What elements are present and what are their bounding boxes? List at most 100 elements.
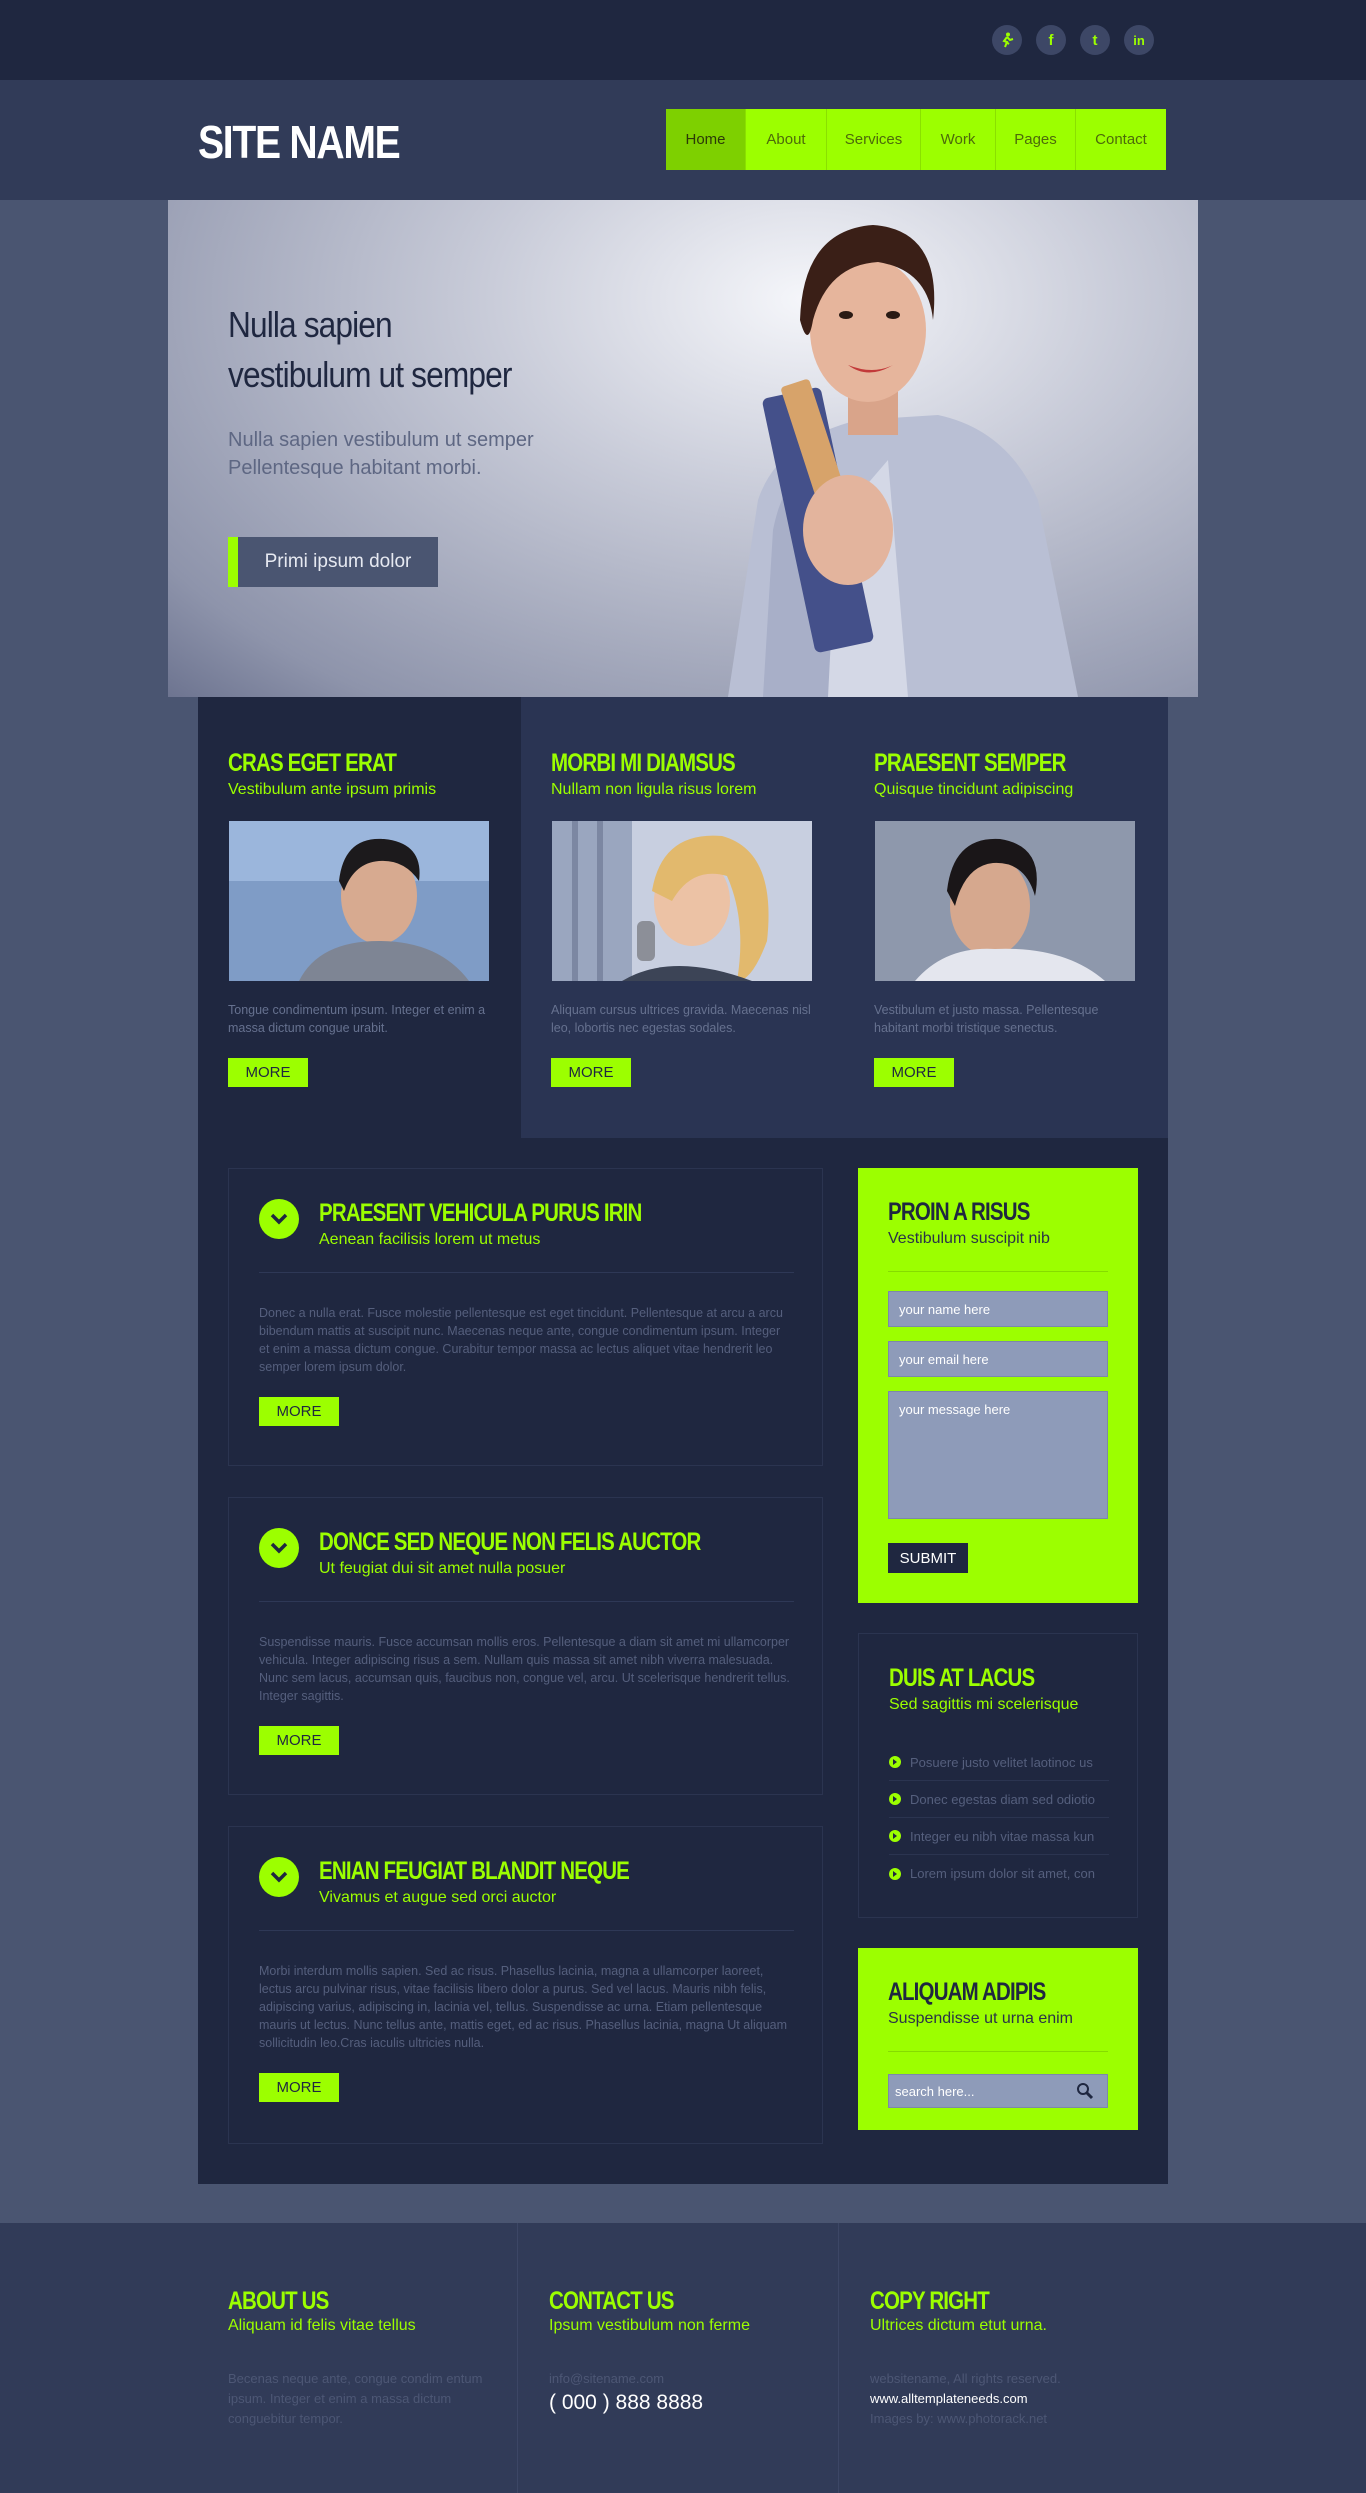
footer-copyright-title: COPY RIGHT [870,2287,990,2315]
footer-copyright-subtitle: Ultrices dictum etut urna. [870,2317,1047,2334]
hero-title: Nulla sapien vestibulum ut semper [228,300,512,400]
footer-about-line: conguebitur tempor. [228,2411,343,2426]
footer-contact-subtitle: Ipsum vestibulum non ferme [549,2317,750,2334]
hero-banner: Nulla sapien vestibulum ut semper Nulla … [168,200,1198,697]
hero-title-line: Nulla sapien [228,304,393,345]
feature-text: Tongue condimentum ipsum. Integer et eni… [228,1003,486,1035]
footer-about-subtitle: Aliquam id felis vitae tellus [228,2317,416,2334]
nav-home[interactable]: Home [666,109,746,170]
more-button[interactable]: MORE [228,1058,308,1087]
list-item[interactable]: Donec egestas diam sed odiotio [889,1781,1109,1818]
more-button[interactable]: MORE [259,2073,339,2102]
search-input[interactable]: search here... [888,2074,1108,2108]
divider [888,2051,1108,2052]
feature-image [875,821,1135,981]
footer-copyright: COPY RIGHT Ultrices dictum etut urna. we… [840,2223,1168,2493]
post-title: DONCE SED NEQUE NON FELIS AUCTOR [319,1528,701,1556]
arrow-glyph [893,1833,897,1839]
list-item-label: Integer eu nibh vitae massa kun [910,1828,1095,1844]
footer-email[interactable]: info@sitename.com [549,2369,664,2389]
more-button[interactable]: MORE [551,1058,631,1087]
man-portrait-image [875,821,1135,981]
feature-card: MORBI MI DIAMSUS Nullam non ligula risus… [521,697,844,1138]
site-name[interactable]: SITE NAME [198,115,401,169]
runner-glyph [1002,32,1014,48]
footer-contact-title: CONTACT US [549,2287,674,2315]
feature-text: Aliquam cursus ultrices gravida. Maecena… [551,1003,811,1035]
arrow-glyph [893,1759,897,1765]
feature-title: PRAESENT SEMPER [874,749,1066,777]
hero-subtitle-line: Nulla sapien vestibulum ut semper [228,429,534,451]
search-glyph [1077,2083,1094,2100]
chevron-down-icon[interactable] [259,1528,299,1568]
post-title: PRAESENT VEHICULA PURUS IRIN [319,1199,642,1227]
footer-about: ABOUT US Aliquam id felis vitae tellus B… [198,2223,518,2493]
twitter-icon[interactable]: t [1080,25,1110,55]
top-bar: f t in [0,0,1366,80]
chevron-glyph [270,1871,288,1883]
feature-card: CRAS EGET ERAT Vestibulum ante ipsum pri… [198,697,521,1138]
more-button[interactable]: MORE [874,1058,954,1087]
submit-button[interactable]: SUBMIT [888,1543,968,1573]
contact-title: PROIN A RISUS [888,1198,1030,1226]
name-field[interactable]: your name here [888,1291,1108,1327]
post-text: Morbi interdum mollis sapien. Sed ac ris… [259,1964,788,2050]
list-item[interactable]: Integer eu nibh vitae massa kun [889,1818,1109,1855]
list-item-label: Posuere justo velitet laotinoc us [910,1754,1093,1770]
post-title: ENIAN FEUGIAT BLANDIT NEQUE [319,1857,630,1885]
hero-button[interactable]: Primi ipsum dolor [228,537,438,587]
feature-title: CRAS EGET ERAT [228,749,397,777]
linkedin-icon[interactable]: in [1124,25,1154,55]
footer-copyright-text: websitename, All rights reserved. [870,2371,1061,2386]
nav-contact[interactable]: Contact [1076,109,1166,170]
arrow-right-icon [889,1756,901,1768]
nav-about[interactable]: About [746,109,827,170]
more-button[interactable]: MORE [259,1726,339,1755]
search-icon[interactable] [1076,2082,1096,2102]
search-panel: ALIQUAM ADIPIS Suspendisse ut urna enim … [858,1948,1138,2130]
contact-subtitle: Vestibulum suscipit nib [888,1230,1050,1247]
list-item-label: Lorem ipsum dolor sit amet, con [910,1866,1095,1881]
list-item[interactable]: Posuere justo velitet laotinoc us [889,1744,1109,1781]
facebook-icon[interactable]: f [1036,25,1066,55]
message-field[interactable]: your message here [888,1391,1108,1519]
links-subtitle: Sed sagittis mi scelerisque [889,1696,1079,1713]
chevron-down-icon[interactable] [259,1199,299,1239]
nav-services[interactable]: Services [827,109,921,170]
footer-copyright-link[interactable]: www.alltemplateneeds.com [870,2389,1028,2409]
post-subtitle: Aenean facilisis lorem ut metus [319,1231,541,1248]
arrow-right-icon [889,1793,901,1805]
feature-subtitle: Vestibulum ante ipsum primis [228,781,437,798]
woman-phone-image [552,821,812,981]
footer-about-text: Becenas neque ante, congue condim entum … [228,2369,482,2429]
email-field[interactable]: your email here [888,1341,1108,1377]
search-placeholder: search here... [895,2083,975,2099]
search-title: ALIQUAM ADIPIS [888,1978,1046,2006]
nav-pages[interactable]: Pages [996,109,1076,170]
more-button[interactable]: MORE [259,1397,339,1426]
feature-image [552,821,812,981]
footer-credits: Images by: www.photorack.net [870,2411,1048,2426]
footer-contact: CONTACT US Ipsum vestibulum non ferme in… [519,2223,839,2493]
nav-work[interactable]: Work [921,109,996,170]
list-item[interactable]: Lorem ipsum dolor sit amet, con [889,1855,1109,1892]
divider [259,1930,794,1931]
post-card: ENIAN FEUGIAT BLANDIT NEQUE Vivamus et a… [228,1826,823,2144]
post-card: DONCE SED NEQUE NON FELIS AUCTOR Ut feug… [228,1497,823,1795]
post-subtitle: Vivamus et augue sed orci auctor [319,1889,557,1906]
footer: ABOUT US Aliquam id felis vitae tellus B… [0,2223,1366,2493]
arrow-glyph [893,1870,897,1877]
chevron-glyph [270,1542,288,1554]
arrow-glyph [893,1796,897,1802]
runner-icon[interactable] [992,25,1022,55]
main-nav: Home About Services Work Pages Contact [666,109,1166,170]
feature-image [229,821,489,981]
post-text: Suspendisse mauris. Fusce accumsan molli… [259,1635,790,1703]
chevron-down-icon[interactable] [259,1857,299,1897]
divider [888,1271,1108,1272]
post-card: PRAESENT VEHICULA PURUS IRIN Aenean faci… [228,1168,823,1466]
hero-subtitle-line: Pellentesque habitant morbi. [228,457,482,479]
arrow-right-icon [889,1830,901,1842]
man-portrait-image [229,821,489,981]
feature-subtitle: Quisque tincidunt adipiscing [874,781,1074,798]
